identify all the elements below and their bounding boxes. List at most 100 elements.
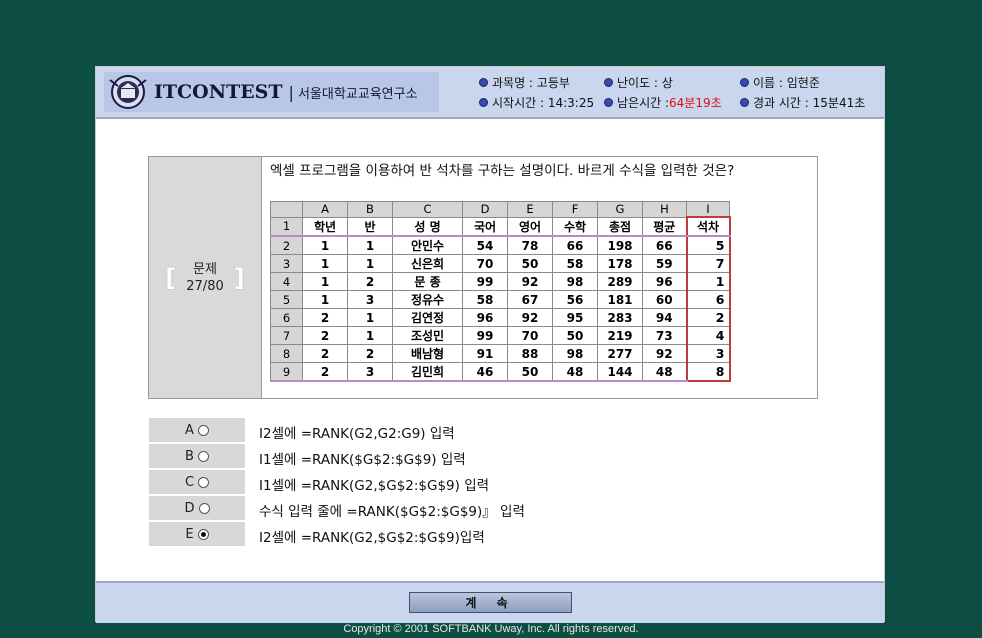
table-cell: 92: [507, 308, 553, 327]
table-cell: 144: [597, 362, 643, 382]
brand-separator: |: [288, 82, 294, 102]
row-header: 9: [270, 362, 303, 382]
question-label: 문제: [193, 261, 217, 277]
corner-cell: [270, 201, 303, 218]
table-cell: 7: [685, 254, 731, 273]
table-cell: 88: [507, 344, 553, 363]
table-cell: 성 명: [392, 216, 463, 237]
table-cell: 58: [552, 254, 598, 273]
option-e-text[interactable]: I2셀에 =RANK(G2,$G$2:$G$9)입력: [259, 526, 485, 546]
table-cell: 영어: [507, 216, 553, 237]
table-cell: 46: [462, 362, 508, 382]
option-letter: C: [184, 474, 195, 490]
table-cell: 98: [552, 272, 598, 291]
table-cell: 66: [552, 235, 598, 255]
subject-info: 과목명 : 고등부: [479, 74, 570, 91]
bullet-icon: [740, 98, 749, 107]
table-cell: 2: [347, 344, 393, 363]
option-e-button[interactable]: E: [149, 522, 245, 546]
bullet-icon: [740, 78, 749, 87]
radio-button[interactable]: [198, 502, 210, 514]
table-row: 412문 종 99 92 98 289 96 1: [270, 272, 731, 291]
question-number-panel: [ 문제 27/80 ]: [149, 157, 262, 398]
table-cell: 56: [552, 290, 598, 309]
option-letter: A: [185, 422, 194, 438]
table-row: 5 1 3 정유수 58 67 56 181 60 6: [270, 290, 731, 309]
table-cell: 5: [685, 235, 731, 255]
row-header: 7: [270, 326, 303, 345]
option-letter: E: [185, 526, 194, 542]
bullet-icon: [479, 78, 488, 87]
table-cell: 배남형: [392, 344, 463, 363]
option-d-text[interactable]: 수식 입력 줄에 =RANK($G$2:$G$9)』 입력: [259, 500, 525, 520]
table-cell: 70: [462, 254, 508, 273]
column-header: A: [302, 201, 348, 218]
table-cell: 2: [347, 272, 393, 291]
table-cell: 문 종: [392, 272, 463, 291]
table-cell: 안민수: [392, 235, 463, 255]
row-header: 5: [270, 290, 303, 309]
option-b-button[interactable]: B: [149, 444, 245, 468]
table-cell: 1: [302, 290, 348, 309]
table-row: 2 1 1 안민수 54 78 66 198 66 5: [270, 235, 731, 255]
table-row: 6 2 1 김연정 96 92 95 283 94 2: [270, 308, 731, 327]
table-cell: 91: [462, 344, 508, 363]
option-d-button[interactable]: D: [149, 496, 245, 520]
radio-button-selected[interactable]: [197, 528, 209, 540]
table-cell: 1: [347, 326, 393, 345]
right-bracket: ]: [233, 263, 245, 292]
table-row: 9 2 3 김민희 46 50 48 144 48 8: [270, 362, 731, 382]
table-cell: 48: [552, 362, 598, 382]
option-letter: B: [185, 448, 194, 464]
radio-button[interactable]: [197, 450, 209, 462]
table-cell: 96: [462, 308, 508, 327]
table-cell: 94: [642, 308, 687, 327]
column-header: C: [392, 201, 463, 218]
table-cell: 총점: [597, 216, 643, 237]
table-row: 3 1 1 신은희 70 50 58 178 59 7: [270, 254, 731, 273]
elapsed-time-label: 경과 시간 : 15분41초: [753, 96, 866, 110]
table-cell: 198: [597, 235, 643, 255]
table-cell: 수학: [552, 216, 598, 237]
table-cell: 조성민: [392, 326, 463, 345]
header-bar: ITCONTEST | 서울대학교교육연구소 과목명 : 고등부 시작시간 : …: [96, 67, 884, 119]
table-cell: 2: [685, 308, 731, 327]
table-cell: 283: [597, 308, 643, 327]
table-cell: 70: [507, 326, 553, 345]
table-cell: 신은희: [392, 254, 463, 273]
table-cell: 국어: [462, 216, 508, 237]
row-header: 8: [270, 344, 303, 363]
option-c-text[interactable]: I1셀에 =RANK(G2,$G$2:$G$9) 입력: [259, 474, 489, 494]
radio-button[interactable]: [198, 476, 210, 488]
table-cell: 289: [597, 272, 643, 291]
name-info: 이름 : 임현준: [740, 74, 820, 91]
table-cell: 59: [642, 254, 687, 273]
column-header-row: A B C D E F G H I: [270, 201, 730, 218]
table-cell: 1: [302, 235, 348, 255]
table-cell: 1: [302, 272, 348, 291]
table-cell: 3: [347, 362, 393, 382]
table-cell: 67: [507, 290, 553, 309]
option-a-text[interactable]: I2셀에 =RANK(G2,G2:G9) 입력: [259, 422, 455, 442]
table-cell: 92: [642, 344, 687, 363]
brand-name: ITCONTEST: [154, 81, 283, 103]
radio-button[interactable]: [197, 424, 209, 436]
column-header: G: [597, 201, 643, 218]
table-cell: 6: [685, 290, 731, 309]
university-emblem-icon: [109, 75, 147, 109]
column-header: F: [552, 201, 598, 218]
option-a-button[interactable]: A: [149, 418, 245, 442]
table-cell: 95: [552, 308, 598, 327]
subject-label: 과목명 : 고등부: [492, 76, 570, 90]
continue-button[interactable]: 계 속: [409, 592, 572, 613]
option-c-button[interactable]: C: [149, 470, 245, 494]
table-cell: 50: [552, 326, 598, 345]
column-header: H: [642, 201, 687, 218]
table-row: 1 학년 반 성 명 국어 영어 수학 총점 평균 석차: [270, 216, 731, 237]
table-cell: 평균: [642, 216, 687, 237]
column-header: E: [507, 201, 553, 218]
table-cell: 1: [347, 235, 393, 255]
option-b-text[interactable]: I1셀에 =RANK($G$2:$G$9) 입력: [259, 448, 466, 468]
copyright-text: Copyright © 2001 SOFTBANK Uway, Inc. All…: [343, 623, 639, 635]
table-cell: 정유수: [392, 290, 463, 309]
